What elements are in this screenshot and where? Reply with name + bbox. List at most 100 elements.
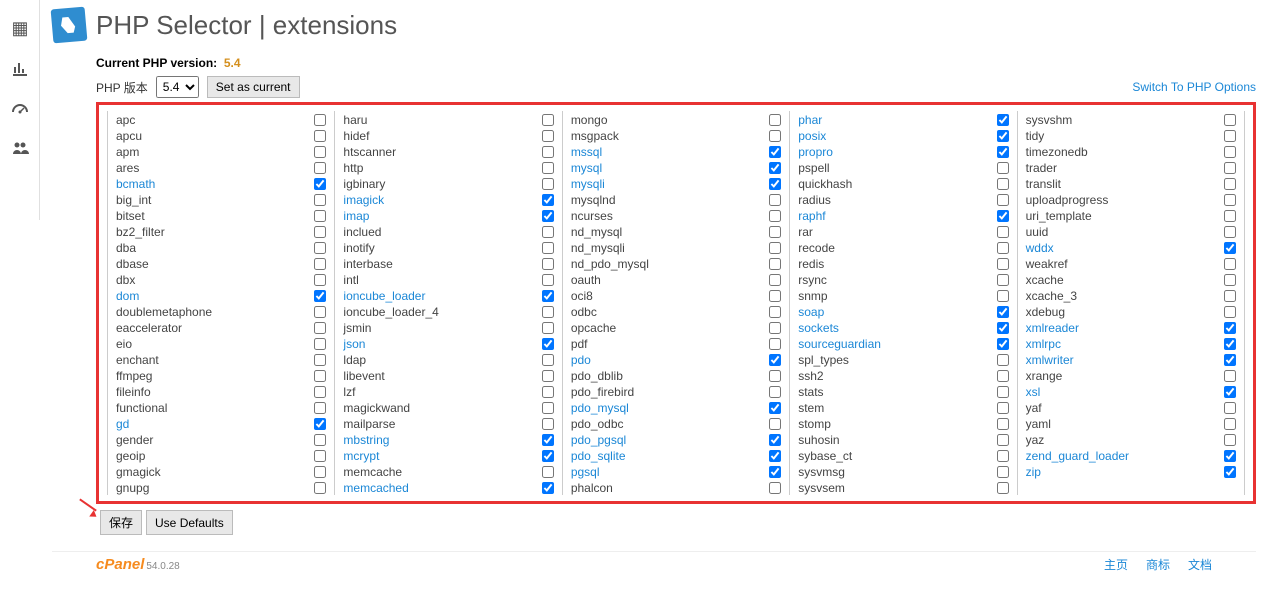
ext-checkbox[interactable] xyxy=(769,466,781,478)
ext-checkbox[interactable] xyxy=(542,210,554,222)
ext-checkbox[interactable] xyxy=(997,450,1009,462)
ext-checkbox[interactable] xyxy=(769,114,781,126)
ext-checkbox[interactable] xyxy=(1224,226,1236,238)
ext-checkbox[interactable] xyxy=(542,466,554,478)
ext-checkbox[interactable] xyxy=(1224,354,1236,366)
ext-checkbox[interactable] xyxy=(1224,370,1236,382)
ext-checkbox[interactable] xyxy=(542,418,554,430)
ext-checkbox[interactable] xyxy=(769,402,781,414)
ext-checkbox[interactable] xyxy=(1224,178,1236,190)
ext-checkbox[interactable] xyxy=(314,178,326,190)
ext-label[interactable]: zip xyxy=(1026,465,1041,479)
ext-checkbox[interactable] xyxy=(1224,274,1236,286)
ext-checkbox[interactable] xyxy=(997,162,1009,174)
ext-checkbox[interactable] xyxy=(997,226,1009,238)
ext-checkbox[interactable] xyxy=(542,290,554,302)
ext-checkbox[interactable] xyxy=(1224,130,1236,142)
ext-label[interactable]: wddx xyxy=(1026,241,1054,255)
php-version-select[interactable]: 5.4 xyxy=(156,76,199,98)
ext-checkbox[interactable] xyxy=(314,194,326,206)
ext-checkbox[interactable] xyxy=(997,322,1009,334)
ext-label[interactable]: pdo_pgsql xyxy=(571,433,626,447)
ext-label[interactable]: pdo xyxy=(571,353,591,367)
ext-checkbox[interactable] xyxy=(769,194,781,206)
ext-checkbox[interactable] xyxy=(1224,466,1236,478)
ext-checkbox[interactable] xyxy=(542,274,554,286)
ext-checkbox[interactable] xyxy=(314,402,326,414)
ext-label[interactable]: mbstring xyxy=(343,433,389,447)
ext-checkbox[interactable] xyxy=(1224,162,1236,174)
ext-checkbox[interactable] xyxy=(997,466,1009,478)
ext-label[interactable]: propro xyxy=(798,145,833,159)
ext-checkbox[interactable] xyxy=(769,354,781,366)
ext-checkbox[interactable] xyxy=(314,162,326,174)
ext-checkbox[interactable] xyxy=(997,130,1009,142)
ext-label[interactable]: xmlwriter xyxy=(1026,353,1074,367)
ext-checkbox[interactable] xyxy=(542,322,554,334)
ext-checkbox[interactable] xyxy=(542,306,554,318)
footer-trade-link[interactable]: 商标 xyxy=(1146,556,1170,573)
ext-checkbox[interactable] xyxy=(314,370,326,382)
ext-checkbox[interactable] xyxy=(542,242,554,254)
switch-options-link[interactable]: Switch To PHP Options xyxy=(1132,80,1256,94)
ext-checkbox[interactable] xyxy=(1224,402,1236,414)
ext-checkbox[interactable] xyxy=(314,434,326,446)
ext-checkbox[interactable] xyxy=(1224,194,1236,206)
ext-checkbox[interactable] xyxy=(769,210,781,222)
ext-checkbox[interactable] xyxy=(542,450,554,462)
ext-checkbox[interactable] xyxy=(997,114,1009,126)
ext-checkbox[interactable] xyxy=(769,226,781,238)
ext-label[interactable]: sourceguardian xyxy=(798,337,881,351)
ext-checkbox[interactable] xyxy=(769,482,781,494)
footer-home-link[interactable]: 主页 xyxy=(1104,556,1128,573)
ext-label[interactable]: ioncube_loader xyxy=(343,289,425,303)
ext-checkbox[interactable] xyxy=(542,146,554,158)
ext-checkbox[interactable] xyxy=(769,146,781,158)
ext-checkbox[interactable] xyxy=(542,258,554,270)
ext-checkbox[interactable] xyxy=(1224,450,1236,462)
ext-checkbox[interactable] xyxy=(542,226,554,238)
ext-checkbox[interactable] xyxy=(997,434,1009,446)
ext-checkbox[interactable] xyxy=(314,130,326,142)
ext-checkbox[interactable] xyxy=(769,162,781,174)
ext-label[interactable]: mysql xyxy=(571,161,602,175)
ext-checkbox[interactable] xyxy=(542,354,554,366)
ext-label[interactable]: imagick xyxy=(343,193,384,207)
ext-label[interactable]: pdo_sqlite xyxy=(571,449,626,463)
ext-checkbox[interactable] xyxy=(542,162,554,174)
ext-checkbox[interactable] xyxy=(997,258,1009,270)
ext-checkbox[interactable] xyxy=(769,306,781,318)
use-defaults-button[interactable]: Use Defaults xyxy=(146,510,233,535)
ext-checkbox[interactable] xyxy=(542,338,554,350)
ext-checkbox[interactable] xyxy=(542,114,554,126)
ext-checkbox[interactable] xyxy=(997,482,1009,494)
ext-checkbox[interactable] xyxy=(314,146,326,158)
ext-label[interactable]: sockets xyxy=(798,321,839,335)
ext-checkbox[interactable] xyxy=(314,258,326,270)
ext-checkbox[interactable] xyxy=(314,482,326,494)
ext-checkbox[interactable] xyxy=(314,306,326,318)
ext-label[interactable]: soap xyxy=(798,305,824,319)
stats-icon[interactable] xyxy=(0,48,40,88)
ext-checkbox[interactable] xyxy=(769,290,781,302)
ext-checkbox[interactable] xyxy=(314,274,326,286)
ext-checkbox[interactable] xyxy=(1224,434,1236,446)
ext-checkbox[interactable] xyxy=(997,274,1009,286)
ext-checkbox[interactable] xyxy=(314,210,326,222)
ext-label[interactable]: dom xyxy=(116,289,139,303)
ext-checkbox[interactable] xyxy=(1224,418,1236,430)
ext-checkbox[interactable] xyxy=(314,242,326,254)
ext-label[interactable]: pgsql xyxy=(571,465,600,479)
ext-checkbox[interactable] xyxy=(997,306,1009,318)
ext-checkbox[interactable] xyxy=(1224,146,1236,158)
ext-checkbox[interactable] xyxy=(314,290,326,302)
ext-checkbox[interactable] xyxy=(769,258,781,270)
ext-label[interactable]: mysqli xyxy=(571,177,605,191)
ext-checkbox[interactable] xyxy=(542,434,554,446)
set-current-button[interactable]: Set as current xyxy=(207,76,300,98)
ext-checkbox[interactable] xyxy=(997,338,1009,350)
save-button[interactable]: 保存 xyxy=(100,510,142,535)
ext-checkbox[interactable] xyxy=(769,450,781,462)
ext-checkbox[interactable] xyxy=(997,194,1009,206)
ext-label[interactable]: mssql xyxy=(571,145,602,159)
